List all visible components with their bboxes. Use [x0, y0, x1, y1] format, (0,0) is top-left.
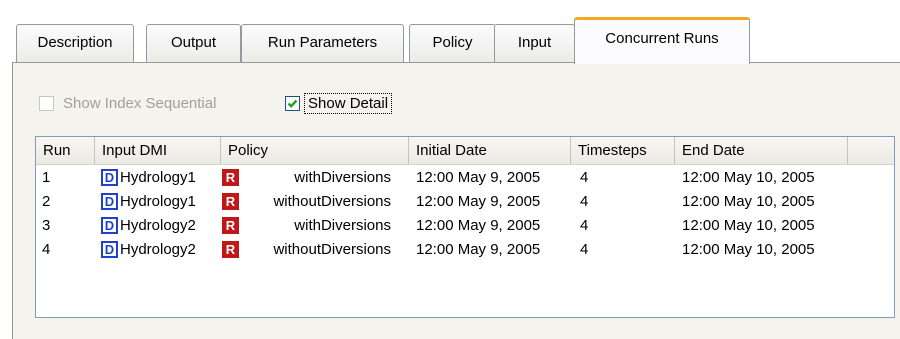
tab-output[interactable]: Output — [146, 24, 241, 62]
column-header-policy[interactable]: Policy — [221, 137, 409, 164]
dmi-icon: D — [101, 169, 118, 186]
initial-date: 12:00 May 9, 2005 — [416, 241, 541, 258]
run-number: 4 — [42, 241, 51, 258]
show-detail-checkbox[interactable] — [285, 95, 300, 111]
ruleset-icon: R — [222, 217, 239, 234]
end-date: 12:00 May 10, 2005 — [682, 217, 815, 234]
dialog-frame: Description Output Run Parameters Policy… — [0, 0, 900, 339]
dmi-icon: D — [101, 193, 118, 210]
tab-run-parameters[interactable]: Run Parameters — [241, 24, 404, 62]
policy-name: withDiversions — [294, 169, 391, 186]
input-dmi-name: Hydrology1 — [120, 193, 196, 210]
input-dmi-name: Hydrology2 — [120, 241, 196, 258]
timesteps: 4 — [580, 193, 589, 210]
end-date: 12:00 May 10, 2005 — [682, 193, 815, 210]
run-number: 3 — [42, 217, 51, 234]
show-index-sequential-label: Show Index Sequential — [63, 94, 217, 112]
initial-date: 12:00 May 9, 2005 — [416, 169, 541, 186]
dmi-icon: D — [101, 241, 118, 258]
input-dmi-name: Hydrology2 — [120, 217, 196, 234]
dmi-icon: D — [101, 217, 118, 234]
tab-policy[interactable]: Policy — [409, 24, 496, 62]
policy-name: withoutDiversions — [273, 241, 391, 258]
table-row[interactable]: 4 D Hydrology2 R withoutDiversions 12:00… — [36, 238, 894, 262]
show-detail-option[interactable]: Show Detail — [285, 91, 393, 115]
list-header: Run Input DMI Policy Initial Date Timest… — [36, 137, 894, 165]
column-header-timesteps[interactable]: Timesteps — [571, 137, 675, 164]
tab-strip: Description Output Run Parameters Policy… — [16, 14, 896, 64]
ruleset-icon: R — [222, 193, 239, 210]
column-header-initial-date[interactable]: Initial Date — [409, 137, 571, 164]
run-number: 2 — [42, 193, 51, 210]
tab-concurrent-runs[interactable]: Concurrent Runs — [574, 17, 750, 64]
tab-description[interactable]: Description — [16, 24, 134, 62]
run-number: 1 — [42, 169, 51, 186]
concurrent-runs-panel: Show Index Sequential Show Detail Run In… — [12, 62, 900, 339]
policy-name: withoutDiversions — [273, 193, 391, 210]
table-row[interactable]: 2 D Hydrology1 R withoutDiversions 12:00… — [36, 190, 894, 214]
policy-name: withDiversions — [294, 217, 391, 234]
table-row[interactable]: 3 D Hydrology2 R withDiversions 12:00 Ma… — [36, 214, 894, 238]
initial-date: 12:00 May 9, 2005 — [416, 217, 541, 234]
show-detail-label: Show Detail — [303, 92, 393, 114]
column-header-end-date[interactable]: End Date — [675, 137, 848, 164]
ruleset-icon: R — [222, 169, 239, 186]
timesteps: 4 — [580, 217, 589, 234]
end-date: 12:00 May 10, 2005 — [682, 169, 815, 186]
initial-date: 12:00 May 9, 2005 — [416, 193, 541, 210]
input-dmi-name: Hydrology1 — [120, 169, 196, 186]
tab-input[interactable]: Input — [494, 24, 575, 62]
show-index-sequential-option[interactable]: Show Index Sequential — [39, 91, 216, 115]
timesteps: 4 — [580, 169, 589, 186]
show-index-sequential-checkbox[interactable] — [39, 95, 54, 111]
timesteps: 4 — [580, 241, 589, 258]
ruleset-icon: R — [222, 241, 239, 258]
concurrent-runs-list[interactable]: Run Input DMI Policy Initial Date Timest… — [35, 136, 895, 318]
column-header-run[interactable]: Run — [36, 137, 95, 164]
column-header-input-dmi[interactable]: Input DMI — [95, 137, 221, 164]
end-date: 12:00 May 10, 2005 — [682, 241, 815, 258]
table-row[interactable]: 1 D Hydrology1 R withDiversions 12:00 Ma… — [36, 166, 894, 190]
checkmark-icon — [287, 99, 298, 108]
